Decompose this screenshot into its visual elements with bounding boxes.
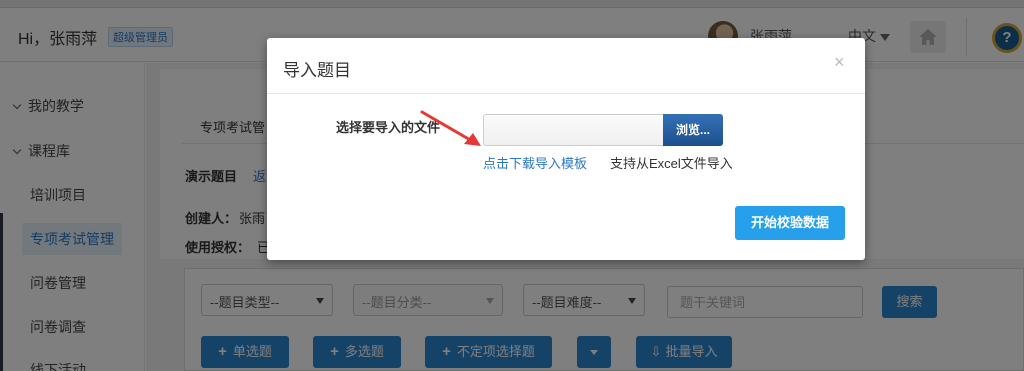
browse-button[interactable]: 浏览...	[663, 114, 723, 146]
start-validation-button[interactable]: 开始校验数据	[735, 206, 845, 240]
excel-support-text: 支持从Excel文件导入	[610, 156, 733, 171]
red-arrow-annotation	[420, 110, 481, 146]
close-icon[interactable]: ×	[834, 52, 845, 73]
download-template-link[interactable]: 点击下载导入模板	[483, 153, 587, 172]
import-questions-modal: 导入题目 × 选择要导入的文件 浏览... 点击下载导入模板 支持从Excel文…	[267, 38, 865, 260]
modal-title: 导入题目	[283, 61, 351, 80]
file-path-input[interactable]	[483, 114, 663, 146]
app-window: Hi，张雨萍 超级管理员 张雨萍 中文 ? 我的教学 课程库 培训项目 专项考试…	[0, 0, 1024, 371]
modal-divider	[267, 93, 865, 94]
